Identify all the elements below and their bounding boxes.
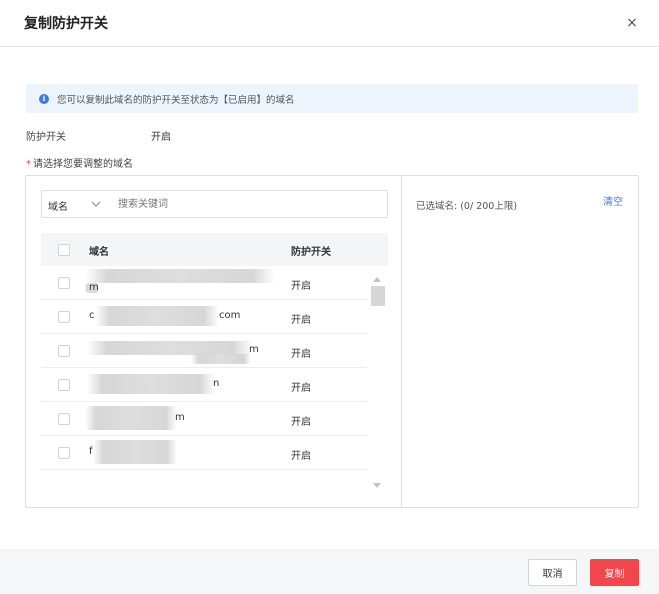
domain-prefix: c: [89, 310, 95, 321]
table-row[interactable]: c com 开启: [41, 300, 367, 334]
domain-search-box: 域名: [41, 190, 388, 218]
row-checkbox[interactable]: [58, 277, 70, 289]
table-row[interactable]: n 开启: [41, 368, 367, 402]
redacted-domain: [191, 354, 251, 364]
table-body: m 开启 c com 开启 m 开启 n 开启 m 开启 f 开启: [41, 266, 367, 470]
row-switch-status: 开启: [291, 383, 311, 394]
info-notice: i 您可以复制此域名的防护开关至状态为【已启用】的域名: [26, 84, 638, 113]
cancel-button[interactable]: 取消: [528, 559, 577, 586]
row-checkbox[interactable]: [58, 413, 70, 425]
panel-divider: [401, 176, 402, 507]
redacted-domain: [85, 406, 177, 430]
domain-selection-label-text: 请选择您要调整的域名: [33, 159, 133, 170]
redacted-domain: [87, 341, 253, 355]
column-header-switch: 防护开关: [291, 247, 331, 258]
select-all-checkbox[interactable]: [58, 244, 70, 256]
info-icon: i: [39, 94, 49, 104]
domain-suffix: m: [249, 344, 259, 355]
dialog-title: 复制防护开关: [24, 16, 108, 32]
scrollbar-thumb[interactable]: [371, 286, 385, 306]
domain-transfer-panel: 域名 域名 防护开关 m 开启 c com 开启: [25, 175, 639, 508]
required-mark: *: [26, 159, 31, 170]
search-filter-select[interactable]: 域名: [48, 198, 68, 213]
dialog-footer: 取消 复制: [0, 549, 659, 594]
table-row[interactable]: m 开启: [41, 266, 367, 300]
scroll-up-arrow-icon[interactable]: [372, 275, 382, 283]
redacted-domain: [95, 306, 219, 326]
domain-suffix: m: [89, 282, 99, 293]
row-checkbox[interactable]: [58, 447, 70, 459]
row-switch-status: 开启: [291, 315, 311, 326]
domain-table: 域名 防护开关 m 开启 c com 开启 m 开启 n 开启 m 开启 f 开…: [41, 233, 388, 495]
domain-suffix: com: [219, 310, 241, 321]
redacted-domain: [87, 374, 215, 394]
scroll-down-arrow-icon[interactable]: [372, 482, 382, 490]
table-header: 域名 防护开关: [41, 233, 388, 266]
domain-suffix: m: [175, 412, 185, 423]
domain-selection-label: * 请选择您要调整的域名: [26, 155, 133, 170]
row-checkbox[interactable]: [58, 311, 70, 323]
copy-button[interactable]: 复制: [590, 559, 639, 586]
dialog-header: 复制防护开关 ×: [0, 0, 659, 47]
search-input[interactable]: [118, 195, 378, 214]
row-checkbox[interactable]: [58, 379, 70, 391]
domain-prefix: f: [89, 446, 93, 457]
clear-selection-link[interactable]: 清空: [603, 193, 623, 208]
column-header-domain: 域名: [89, 247, 109, 258]
row-switch-status: 开启: [291, 281, 311, 292]
close-icon[interactable]: ×: [622, 13, 642, 33]
table-row[interactable]: m 开启: [41, 402, 367, 436]
selected-count-label: 已选域名: (0/ 200上限): [416, 201, 518, 212]
redacted-domain: [85, 269, 275, 283]
table-row[interactable]: f 开启: [41, 436, 367, 470]
chevron-down-icon[interactable]: [90, 198, 102, 210]
protection-switch-label: 防护开关: [26, 132, 66, 143]
row-switch-status: 开启: [291, 451, 311, 462]
table-row[interactable]: m 开启: [41, 334, 367, 368]
row-switch-status: 开启: [291, 417, 311, 428]
row-switch-status: 开启: [291, 349, 311, 360]
row-checkbox[interactable]: [58, 345, 70, 357]
redacted-domain: [93, 440, 177, 464]
domain-suffix: n: [213, 378, 220, 389]
notice-text: 您可以复制此域名的防护开关至状态为【已启用】的域名: [57, 95, 295, 106]
protection-switch-value: 开启: [151, 132, 171, 143]
